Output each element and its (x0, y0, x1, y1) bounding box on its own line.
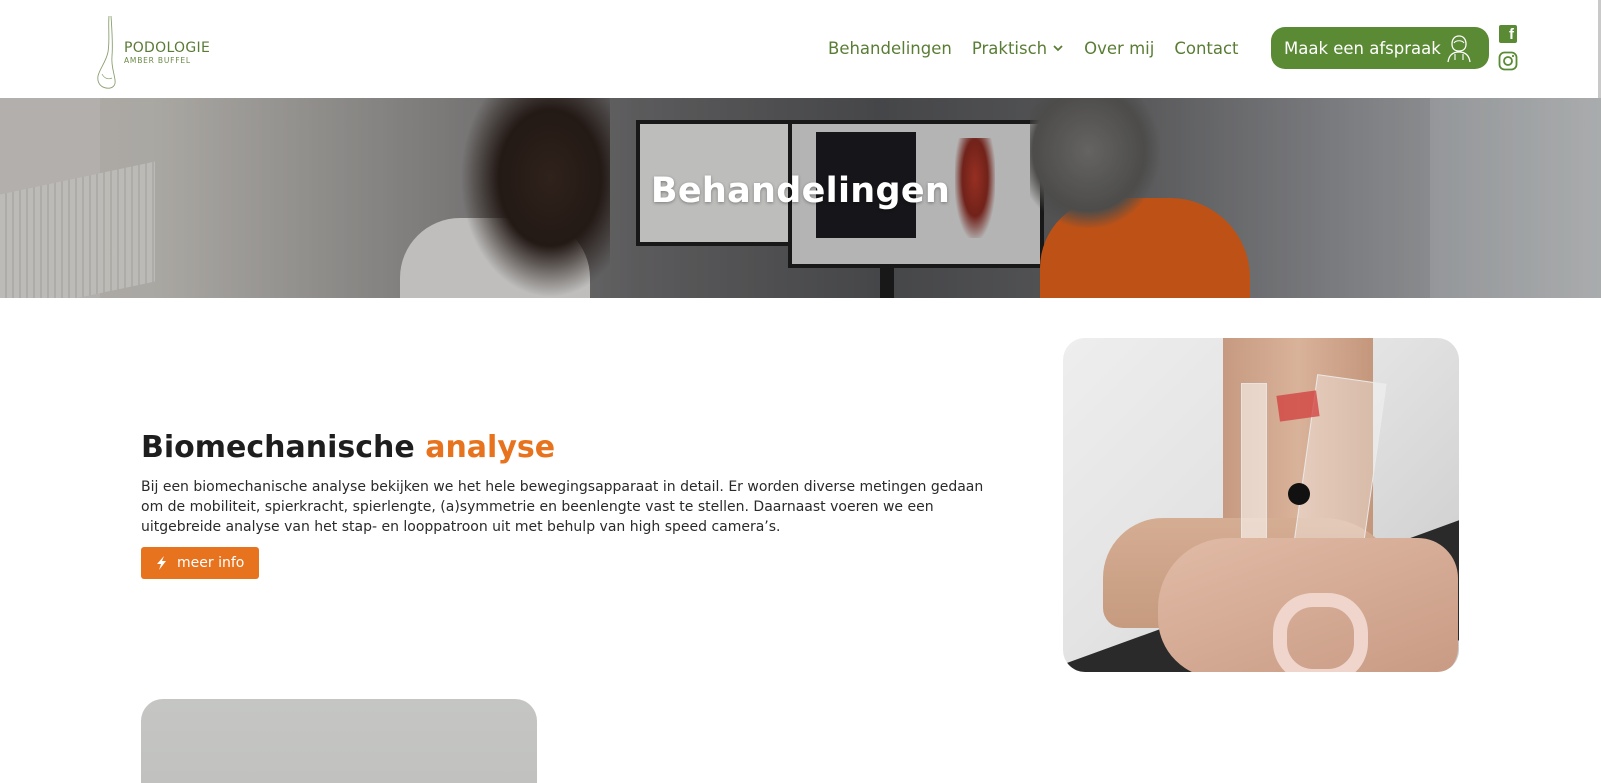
chevron-down-icon (1053, 45, 1063, 52)
foot-logo-icon (97, 15, 116, 89)
arrow-icon (157, 556, 166, 570)
person-icon (1447, 35, 1471, 63)
logo-subtitle: AMBER BUFFEL (124, 55, 191, 65)
nav-item-contact[interactable]: Contact (1174, 39, 1238, 58)
section-title-main: Biomechanische (141, 430, 415, 465)
main-nav: Behandelingen Praktisch Over mij Contact (828, 34, 1259, 62)
facebook-icon[interactable]: f (1499, 25, 1517, 43)
nav-item-behandelingen[interactable]: Behandelingen (828, 39, 952, 58)
section-description: Bij een biomechanische analyse bekijken … (141, 479, 984, 535)
nav-item-label: Behandelingen (828, 38, 952, 58)
analysis-photo (1063, 338, 1459, 672)
nav-item-label: Over mij (1084, 38, 1155, 58)
section-title: Biomechanische analyse (141, 430, 555, 465)
nav-item-label: Contact (1174, 38, 1239, 58)
next-section-photo (141, 699, 537, 783)
logo[interactable]: PODOLOGIE AMBER BUFFEL (92, 14, 232, 90)
more-info-button[interactable]: meer info (141, 547, 259, 579)
hero-banner: Behandelingen (0, 98, 1601, 298)
section-title-accent: analyse (425, 430, 556, 465)
instagram-icon[interactable] (1498, 51, 1518, 71)
social-links: f (1497, 25, 1519, 71)
nav-item-label: Praktisch (971, 38, 1048, 58)
page-title: Behandelingen (650, 171, 951, 211)
cta-label: Maak een afspraak (1284, 38, 1441, 58)
logo-title: PODOLOGIE (124, 39, 211, 56)
nav-item-over-mij[interactable]: Over mij (1084, 39, 1154, 58)
make-appointment-button[interactable]: Maak een afspraak (1271, 27, 1489, 69)
site-header: PODOLOGIE AMBER BUFFEL Behandelingen Pra… (0, 0, 1601, 98)
nav-item-praktisch[interactable]: Praktisch (972, 39, 1064, 58)
more-info-label: meer info (177, 555, 245, 571)
